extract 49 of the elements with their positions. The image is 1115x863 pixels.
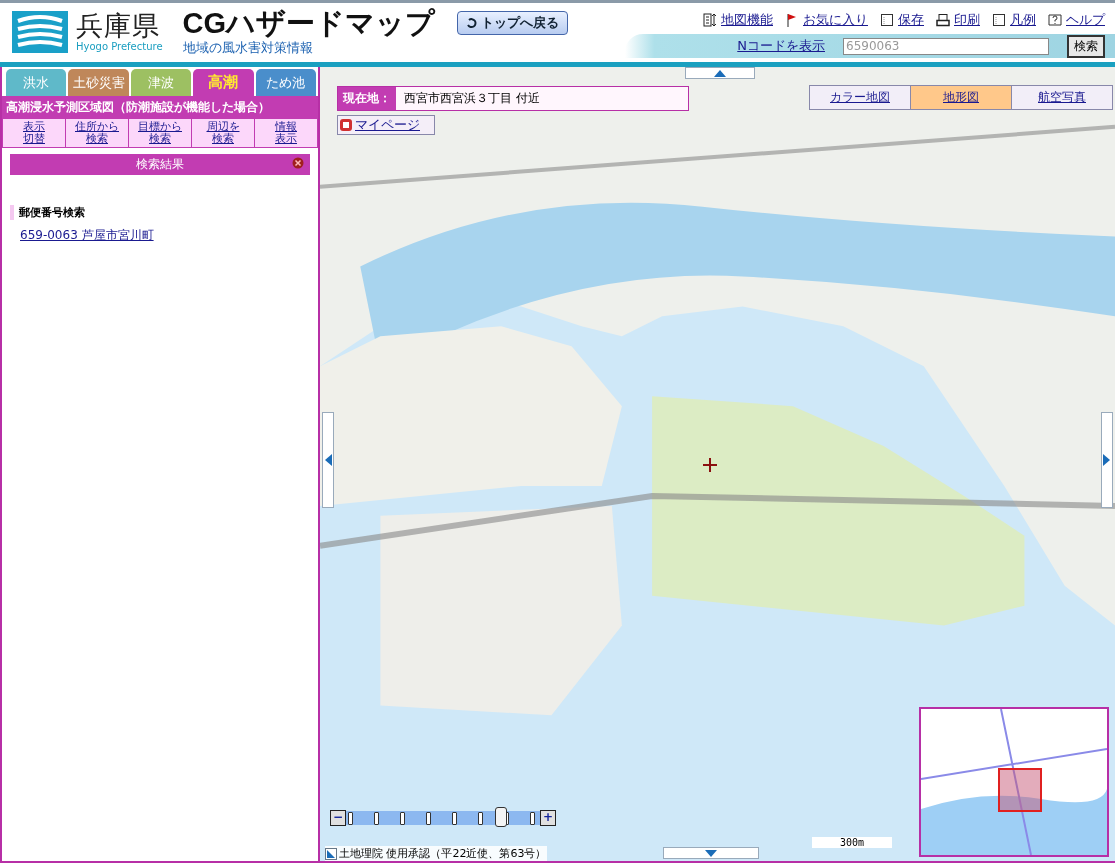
attribution-text: 土地理院 使用承認（平22近使、第63号） (339, 846, 547, 861)
map-type-tab[interactable]: 地形図 (910, 85, 1012, 110)
location-value: 西宮市西宮浜３丁目 付近 (403, 90, 541, 107)
ncode-link[interactable]: Nコードを表示 (737, 37, 825, 55)
search-button[interactable]: 検索 (1067, 34, 1105, 58)
menu-link[interactable]: 印刷 (954, 11, 980, 29)
menu-link[interactable]: 地図機能 (721, 11, 773, 29)
site-subtitle: 地域の風水害対策情報 (182, 41, 314, 54)
section-heading: 郵便番号検索 (10, 205, 310, 220)
prefecture-english-name: Hyogo Prefecture (76, 41, 163, 52)
zoom-out-button[interactable]: − (330, 810, 346, 826)
menu-link[interactable]: 保存 (898, 11, 924, 29)
map-type-tab[interactable]: カラー地図 (809, 85, 911, 110)
map-function-icon (703, 13, 717, 27)
pan-down-icon[interactable] (663, 847, 759, 859)
action-link[interactable]: 目標から 検索 (129, 119, 191, 147)
hazard-tab[interactable]: 高潮 (193, 69, 254, 96)
logo-icon (12, 10, 68, 53)
prefecture-name: 兵庫県 (76, 11, 161, 39)
location-label: 現在地： (338, 87, 396, 110)
close-icon[interactable] (292, 157, 304, 169)
scale-bar: 300m (812, 837, 892, 848)
menu-link[interactable]: ヘルプ (1066, 11, 1105, 29)
action-link[interactable]: 情報 表示 (255, 119, 317, 147)
site-title: CGハザードマップ (182, 9, 436, 38)
book-icon (340, 119, 352, 131)
crosshair-icon (702, 457, 718, 473)
document-icon (880, 13, 894, 27)
mypage-button[interactable]: マイページ (337, 115, 435, 135)
result-link[interactable]: 659-0063 芦屋市宮川町 (20, 227, 310, 244)
map-type-tab[interactable]: 航空写真 (1011, 85, 1113, 110)
pan-right-icon[interactable] (1101, 412, 1113, 508)
panel-title: 高潮浸水予測区域図（防潮施設が機能した場合） (2, 96, 318, 119)
pan-up-icon[interactable] (685, 67, 755, 79)
action-link[interactable]: 表示 切替 (3, 119, 65, 147)
help-icon (1048, 13, 1062, 27)
results-header: 検索結果 (10, 154, 310, 175)
zoom-in-button[interactable]: + (540, 810, 556, 826)
menu-link[interactable]: お気に入り (803, 11, 868, 29)
refresh-icon (466, 17, 479, 29)
back-to-top-button[interactable]: トップへ戻る (457, 11, 569, 35)
action-link[interactable]: 住所から 検索 (66, 119, 128, 147)
printer-icon (936, 13, 950, 27)
action-link[interactable]: 周辺を 検索 (192, 119, 254, 147)
zoom-slider-thumb[interactable] (495, 807, 508, 827)
menu-link[interactable]: 凡例 (1010, 11, 1036, 29)
pan-left-icon[interactable] (322, 412, 334, 508)
corner-icon[interactable] (325, 847, 337, 860)
document-icon (992, 13, 1006, 27)
